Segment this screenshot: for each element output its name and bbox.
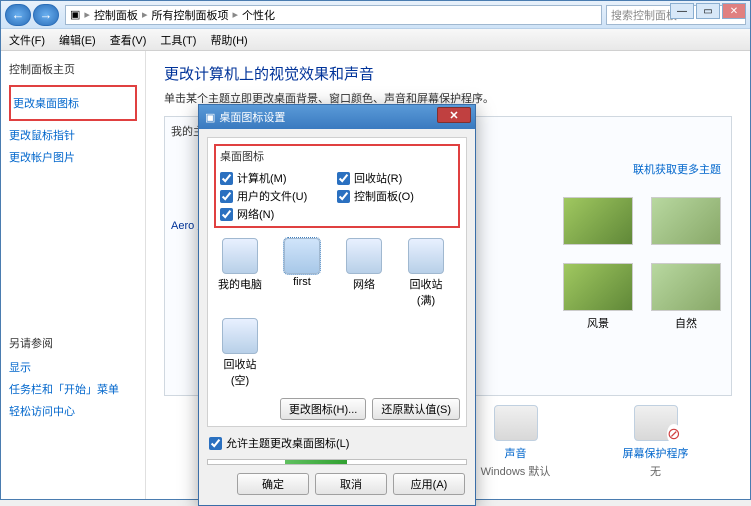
sidebar: 控制面板主页 更改桌面图标 更改鼠标指针 更改帐户图片 另请参阅 显示 任务栏和… (1, 51, 146, 499)
theme-item[interactable] (651, 197, 721, 245)
dialog-icon: ▣ (205, 111, 215, 124)
desktop-icon-settings-dialog: ▣ 桌面图标设置 ✕ 桌面图标 计算机(M) 用户的文件(U) 网络(N) 回收… (198, 104, 476, 506)
footer-screensaver[interactable]: 屏幕保护程序无 (606, 405, 706, 479)
checkbox-userfiles[interactable]: 用户的文件(U) (220, 188, 337, 204)
minimize-button[interactable]: — (670, 3, 694, 19)
dialog-close-button[interactable]: ✕ (437, 107, 471, 123)
theme-item[interactable]: 风景 (563, 263, 633, 331)
sidebar-link-account-pic[interactable]: 更改帐户图片 (9, 149, 137, 165)
close-button[interactable]: ✕ (722, 3, 746, 19)
titlebar: ← → ▣ ▸ 控制面板 ▸ 所有控制面板项 ▸ 个性化 搜索控制面板 — ▭ … (1, 1, 750, 29)
icon-recycle-full[interactable]: 回收站(满) (402, 238, 450, 308)
breadcrumb-mid[interactable]: 所有控制面板项 (151, 7, 228, 23)
breadcrumb-leaf[interactable]: 个性化 (242, 7, 275, 23)
checkbox-recycle[interactable]: 回收站(R) (337, 170, 454, 186)
sidebar-link-desktop-icons[interactable]: 更改桌面图标 (13, 95, 133, 111)
change-icon-button[interactable]: 更改图标(H)... (280, 398, 366, 420)
menubar: 文件(F) 编辑(E) 查看(V) 工具(T) 帮助(H) (1, 29, 750, 51)
cp-icon: ▣ (70, 8, 80, 21)
dialog-titlebar[interactable]: ▣ 桌面图标设置 ✕ (199, 105, 475, 129)
icon-network[interactable]: 网络 (340, 238, 388, 308)
theme-item[interactable] (563, 197, 633, 245)
see-display[interactable]: 显示 (9, 359, 137, 375)
forward-button[interactable]: → (33, 4, 59, 26)
page-title: 更改计算机上的视觉效果和声音 (164, 63, 732, 84)
menu-file[interactable]: 文件(F) (9, 32, 45, 48)
apply-button[interactable]: 应用(A) (393, 473, 465, 495)
ok-button[interactable]: 确定 (237, 473, 309, 495)
see-ease[interactable]: 轻松访问中心 (9, 403, 137, 419)
maximize-button[interactable]: ▭ (696, 3, 720, 19)
icon-my-computer[interactable]: 我的电脑 (216, 238, 264, 308)
menu-view[interactable]: 查看(V) (110, 32, 147, 48)
breadcrumb-root[interactable]: 控制面板 (94, 7, 138, 23)
footer-sound[interactable]: 声音Windows 默认 (466, 405, 566, 479)
checkbox-cpanel[interactable]: 控制面板(O) (337, 188, 454, 204)
menu-edit[interactable]: 编辑(E) (59, 32, 96, 48)
sidebar-link-mouse[interactable]: 更改鼠标指针 (9, 127, 137, 143)
icon-first[interactable]: first (278, 238, 326, 308)
progress-bar (207, 459, 467, 465)
sidebar-home[interactable]: 控制面板主页 (9, 61, 137, 77)
back-button[interactable]: ← (5, 4, 31, 26)
theme-item[interactable]: 自然 (651, 263, 721, 331)
see-taskbar[interactable]: 任务栏和「开始」菜单 (9, 381, 137, 397)
more-themes-link[interactable]: 联机获取更多主题 (633, 161, 721, 177)
checkbox-allow-theme[interactable]: 允许主题更改桌面图标(L) (209, 435, 465, 451)
menu-tools[interactable]: 工具(T) (160, 32, 196, 48)
cancel-button[interactable]: 取消 (315, 473, 387, 495)
desktop-icons-group: 桌面图标 计算机(M) 用户的文件(U) 网络(N) 回收站(R) 控制面板(O… (207, 137, 467, 427)
restore-default-button[interactable]: 还原默认值(S) (372, 398, 460, 420)
checkbox-network[interactable]: 网络(N) (220, 206, 337, 222)
see-also-header: 另请参阅 (9, 335, 137, 351)
checkbox-computer[interactable]: 计算机(M) (220, 170, 337, 186)
menu-help[interactable]: 帮助(H) (210, 32, 247, 48)
address-bar[interactable]: ▣ ▸ 控制面板 ▸ 所有控制面板项 ▸ 个性化 (65, 5, 602, 25)
group-label: 桌面图标 (220, 148, 454, 164)
dialog-title: 桌面图标设置 (219, 109, 285, 125)
icon-recycle-empty[interactable]: 回收站(空) (216, 318, 264, 388)
